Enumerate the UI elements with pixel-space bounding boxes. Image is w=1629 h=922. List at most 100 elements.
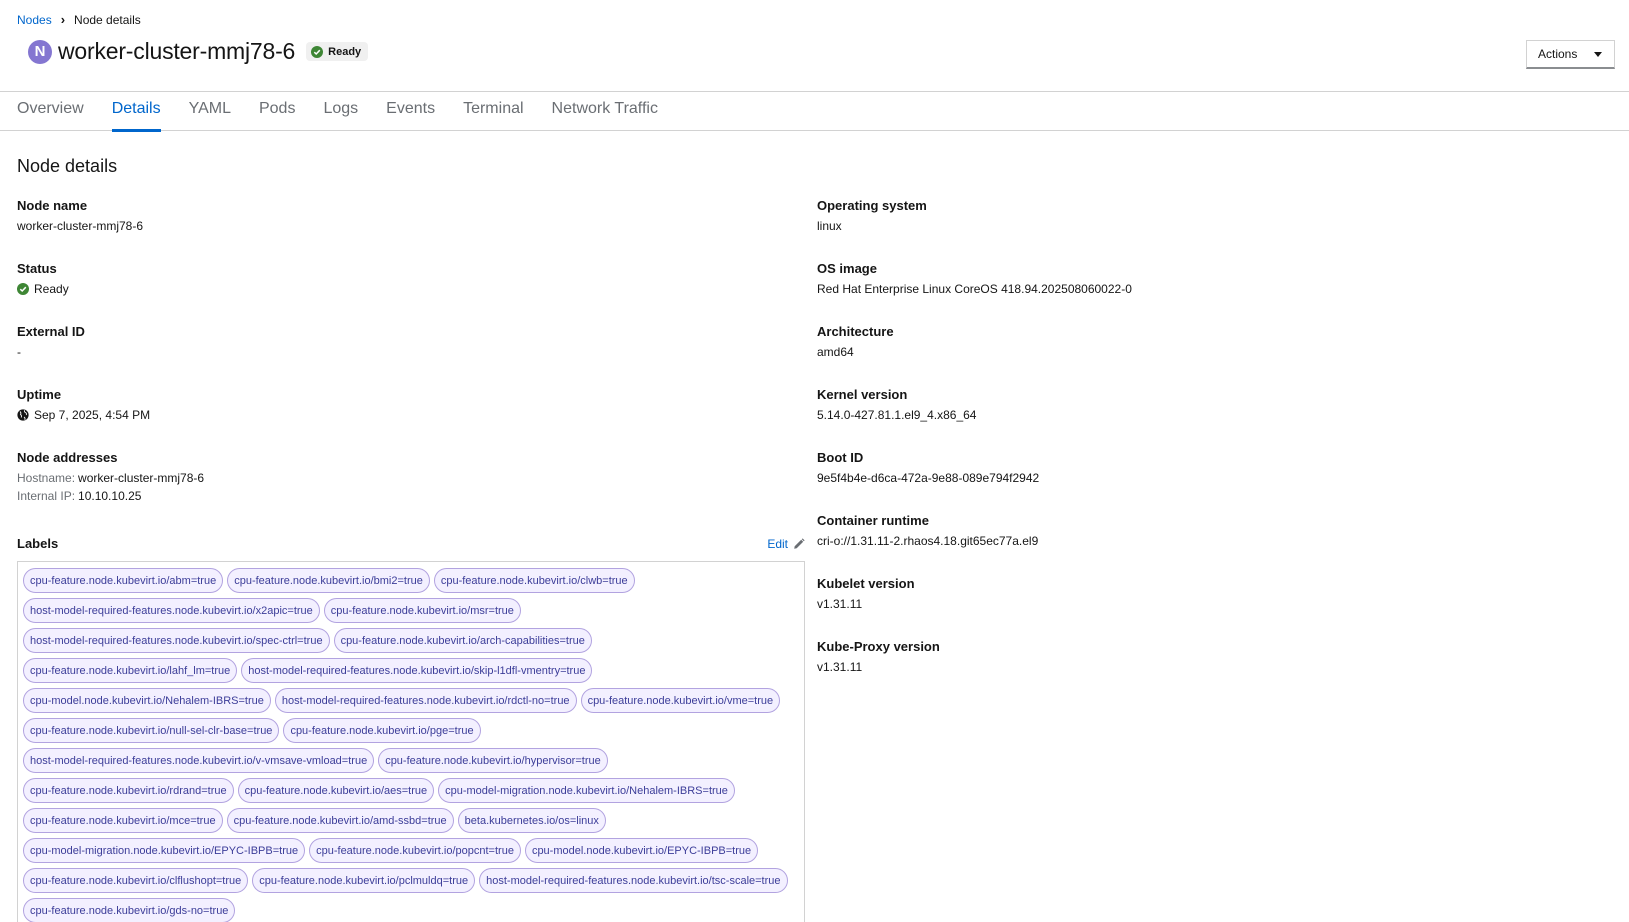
labels-title: Labels [17,536,59,551]
field-label: Container runtime [817,513,929,528]
check-circle-icon [17,283,29,295]
architecture-field: Architecture amd64 [817,324,894,359]
status-badge: Ready [306,42,369,61]
chevron-right-icon: › [60,12,66,27]
field-value: 9e5f4b4e-d6ca-472a-9e88-089e794f2942 [817,471,1040,485]
hostname-key: Hostname: [17,471,76,485]
label-chip[interactable]: cpu-feature.node.kubevirt.io/hypervisor=… [378,748,608,773]
hostname-value: worker-cluster-mmj78-6 [78,471,205,485]
field-value: worker-cluster-mmj78-6 [17,219,144,233]
node-addresses-field: Node addresses Hostname: worker-cluster-… [17,450,204,503]
tab-network-traffic[interactable]: Network Traffic [552,92,658,131]
label-chip[interactable]: cpu-feature.node.kubevirt.io/lahf_lm=tru… [23,658,238,683]
label-chip[interactable]: host-model-required-features.node.kubevi… [23,628,330,653]
label-chip[interactable]: cpu-feature.node.kubevirt.io/vme=true [580,688,781,713]
node-resource-badge: N [28,39,52,64]
label-chip[interactable]: cpu-feature.node.kubevirt.io/null-sel-cl… [23,718,280,743]
field-label: Operating system [817,198,927,213]
label-chip[interactable]: cpu-feature.node.kubevirt.io/clwb=true [433,568,635,593]
labels-header: Labels Edit [17,536,805,551]
label-chip[interactable]: cpu-model.node.kubevirt.io/EPYC-IBPB=tru… [524,838,759,863]
label-chip[interactable]: cpu-model-migration.node.kubevirt.io/Neh… [438,778,735,803]
field-label: Kernel version [817,387,908,402]
label-chip[interactable]: cpu-feature.node.kubevirt.io/rdrand=true [23,778,234,803]
label-chip[interactable]: host-model-required-features.node.kubevi… [479,868,788,893]
field-label: Uptime [17,387,62,402]
uptime-value: Sep 7, 2025, 4:54 PM [17,408,150,422]
kernel-version-field: Kernel version 5.14.0-427.81.1.el9_4.x86… [817,387,976,422]
container-runtime-field: Container runtime cri-o://1.31.11-2.rhao… [817,513,1038,548]
page-header: N worker-cluster-mmj78-6 Ready [28,38,369,65]
label-chip[interactable]: host-model-required-features.node.kubevi… [274,688,577,713]
breadcrumb-nodes-link[interactable]: Nodes [17,13,52,27]
label-chip[interactable]: cpu-feature.node.kubevirt.io/pclmuldq=tr… [252,868,476,893]
label-chip[interactable]: cpu-feature.node.kubevirt.io/clflushopt=… [23,868,249,893]
field-label: Boot ID [817,450,864,465]
boot-id-field: Boot ID 9e5f4b4e-d6ca-472a-9e88-089e794f… [817,450,1039,485]
label-chip[interactable]: cpu-feature.node.kubevirt.io/gds-no=true [23,898,236,922]
os-image-field: OS image Red Hat Enterprise Linux CoreOS… [817,261,1132,296]
tab-terminal[interactable]: Terminal [463,92,523,131]
external-id-field: External ID - [17,324,85,359]
tab-pods[interactable]: Pods [259,92,295,131]
kube-proxy-version-field: Kube-Proxy version v1.31.11 [817,639,940,674]
label-chip[interactable]: cpu-feature.node.kubevirt.io/popcnt=true [309,838,521,863]
node-name-field: Node name worker-cluster-mmj78-6 [17,198,143,233]
labels-edit-button[interactable]: Edit [767,537,805,551]
field-label: External ID [17,324,85,339]
status-value: Ready [17,282,69,296]
internal-ip-value: 10.10.10.25 [78,489,142,503]
kubelet-version-field: Kubelet version v1.31.11 [817,576,915,611]
uptime-field: Uptime Sep 7, 2025, 4:54 PM [17,387,150,422]
actions-label: Actions [1538,47,1578,61]
tab-bar: Overview Details YAML Pods Logs Events T… [0,92,1629,132]
status-text: Ready [34,282,69,296]
tab-logs[interactable]: Logs [323,92,358,131]
hostname-row: Hostname: worker-cluster-mmj78-6 [17,471,204,485]
check-circle-icon [311,45,324,58]
field-value: linux [817,219,842,233]
field-label: OS image [817,261,877,276]
label-chip[interactable]: cpu-model-migration.node.kubevirt.io/EPY… [23,838,306,863]
caret-down-icon [1594,51,1602,57]
field-label: Architecture [817,324,894,339]
field-value: v1.31.11 [817,660,863,674]
edit-label: Edit [767,536,788,551]
tab-yaml[interactable]: YAML [189,92,231,131]
label-chip[interactable]: cpu-feature.node.kubevirt.io/msr=true [323,598,521,623]
field-label: Status [17,261,57,276]
field-value: 5.14.0-427.81.1.el9_4.x86_64 [817,408,977,422]
label-chip[interactable]: cpu-model.node.kubevirt.io/Nehalem-IBRS=… [23,688,271,713]
breadcrumb: Nodes › Node details [17,12,141,27]
label-chip[interactable]: host-model-required-features.node.kubevi… [241,658,593,683]
field-label: Node addresses [17,450,118,465]
label-chip[interactable]: beta.kubernetes.io/os=linux [457,808,606,833]
tab-events[interactable]: Events [386,92,435,131]
label-chip[interactable]: host-model-required-features.node.kubevi… [23,598,320,623]
label-chip[interactable]: cpu-feature.node.kubevirt.io/pge=true [283,718,481,743]
tab-details[interactable]: Details [111,92,161,132]
internal-ip-row: Internal IP: 10.10.10.25 [17,489,204,503]
status-field: Status Ready [17,261,69,296]
field-label: Node name [17,198,88,213]
operating-system-field: Operating system linux [817,198,927,233]
uptime-text: Sep 7, 2025, 4:54 PM [34,408,151,422]
label-chip[interactable]: cpu-feature.node.kubevirt.io/amd-ssbd=tr… [226,808,454,833]
actions-dropdown-button[interactable]: Actions [1526,40,1615,69]
field-value: cri-o://1.31.11-2.rhaos4.18.git65ec77a.e… [817,534,1039,548]
internal-ip-key: Internal IP: [17,489,76,503]
field-label: Kube-Proxy version [817,639,940,654]
label-chip[interactable]: host-model-required-features.node.kubevi… [23,748,375,773]
label-chip[interactable]: cpu-feature.node.kubevirt.io/mce=true [23,808,223,833]
page-title: worker-cluster-mmj78-6 [58,38,296,64]
label-chip[interactable]: cpu-feature.node.kubevirt.io/abm=true [23,568,224,593]
field-value: amd64 [817,345,854,359]
label-chip[interactable]: cpu-feature.node.kubevirt.io/bmi2=true [227,568,430,593]
field-value: Red Hat Enterprise Linux CoreOS 418.94.2… [817,282,1132,296]
field-value: - [17,345,21,359]
breadcrumb-current: Node details [74,12,141,27]
label-chip[interactable]: cpu-feature.node.kubevirt.io/aes=true [237,778,435,803]
globe-icon [17,409,29,421]
label-chip[interactable]: cpu-feature.node.kubevirt.io/arch-capabi… [333,628,592,653]
tab-overview[interactable]: Overview [17,92,84,131]
